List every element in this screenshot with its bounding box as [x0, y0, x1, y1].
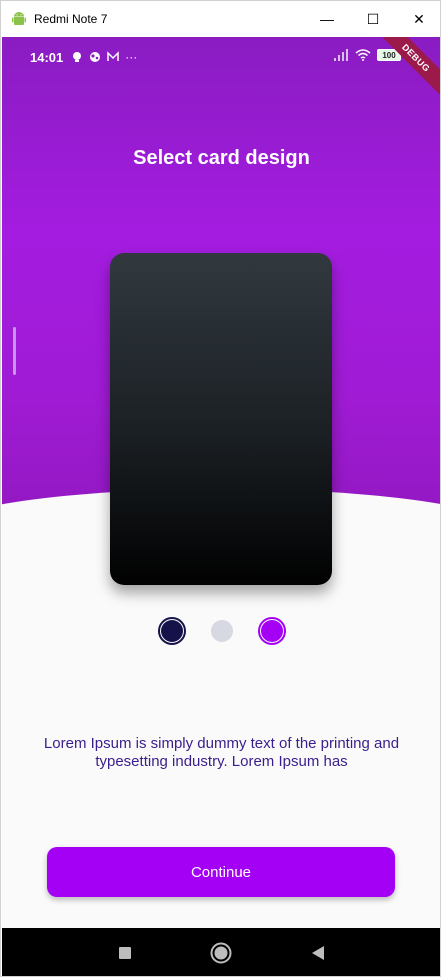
window-controls: — ☐ ✕ [304, 1, 440, 37]
color-selector [2, 617, 440, 645]
bulb-icon [73, 52, 82, 62]
close-button[interactable]: ✕ [396, 1, 440, 37]
window-titlebar: Redmi Note 7 — ☐ ✕ [1, 1, 440, 37]
page-title: Select card design [133, 147, 310, 169]
card-preview [110, 253, 332, 585]
square-icon [119, 947, 132, 959]
wifi-icon [355, 49, 371, 61]
mail-icon [107, 51, 119, 61]
window-title: Redmi Note 7 [34, 12, 108, 26]
color-swatch [260, 620, 283, 642]
home-button[interactable] [209, 941, 233, 965]
color-option-light-gray[interactable] [208, 617, 236, 645]
description-text: Lorem Ipsum is simply dummy text of the … [43, 735, 400, 770]
globe-icon [90, 52, 101, 62]
recents-button[interactable] [113, 941, 137, 965]
status-more-icon: ··· [125, 50, 138, 64]
android-nav-bar [2, 928, 440, 976]
color-option-purple[interactable] [257, 617, 286, 645]
emulator-window: Redmi Note 7 — ☐ ✕ 14:01 ··· 100 DEBUG S… [0, 0, 441, 977]
status-right-icons: 100 [333, 49, 401, 61]
back-button[interactable] [306, 941, 330, 965]
back-triangle-icon [311, 946, 324, 960]
color-option-navy[interactable] [157, 617, 186, 645]
phone-screen: 14:01 ··· 100 DEBUG Select card design L… [2, 37, 440, 928]
continue-button[interactable]: Continue [47, 847, 395, 897]
maximize-button[interactable]: ☐ [350, 1, 396, 37]
signal-icon [334, 49, 348, 61]
status-time: 14:01 [30, 49, 64, 65]
status-bar: 14:01 ··· 100 DEBUG [2, 37, 440, 104]
home-circle-icon [210, 942, 232, 964]
status-notification-icons: ··· [71, 50, 137, 64]
color-swatch [160, 620, 183, 642]
color-swatch [210, 620, 233, 642]
side-drag-handle[interactable] [13, 327, 16, 375]
minimize-button[interactable]: — [304, 1, 350, 37]
android-icon [12, 12, 26, 25]
